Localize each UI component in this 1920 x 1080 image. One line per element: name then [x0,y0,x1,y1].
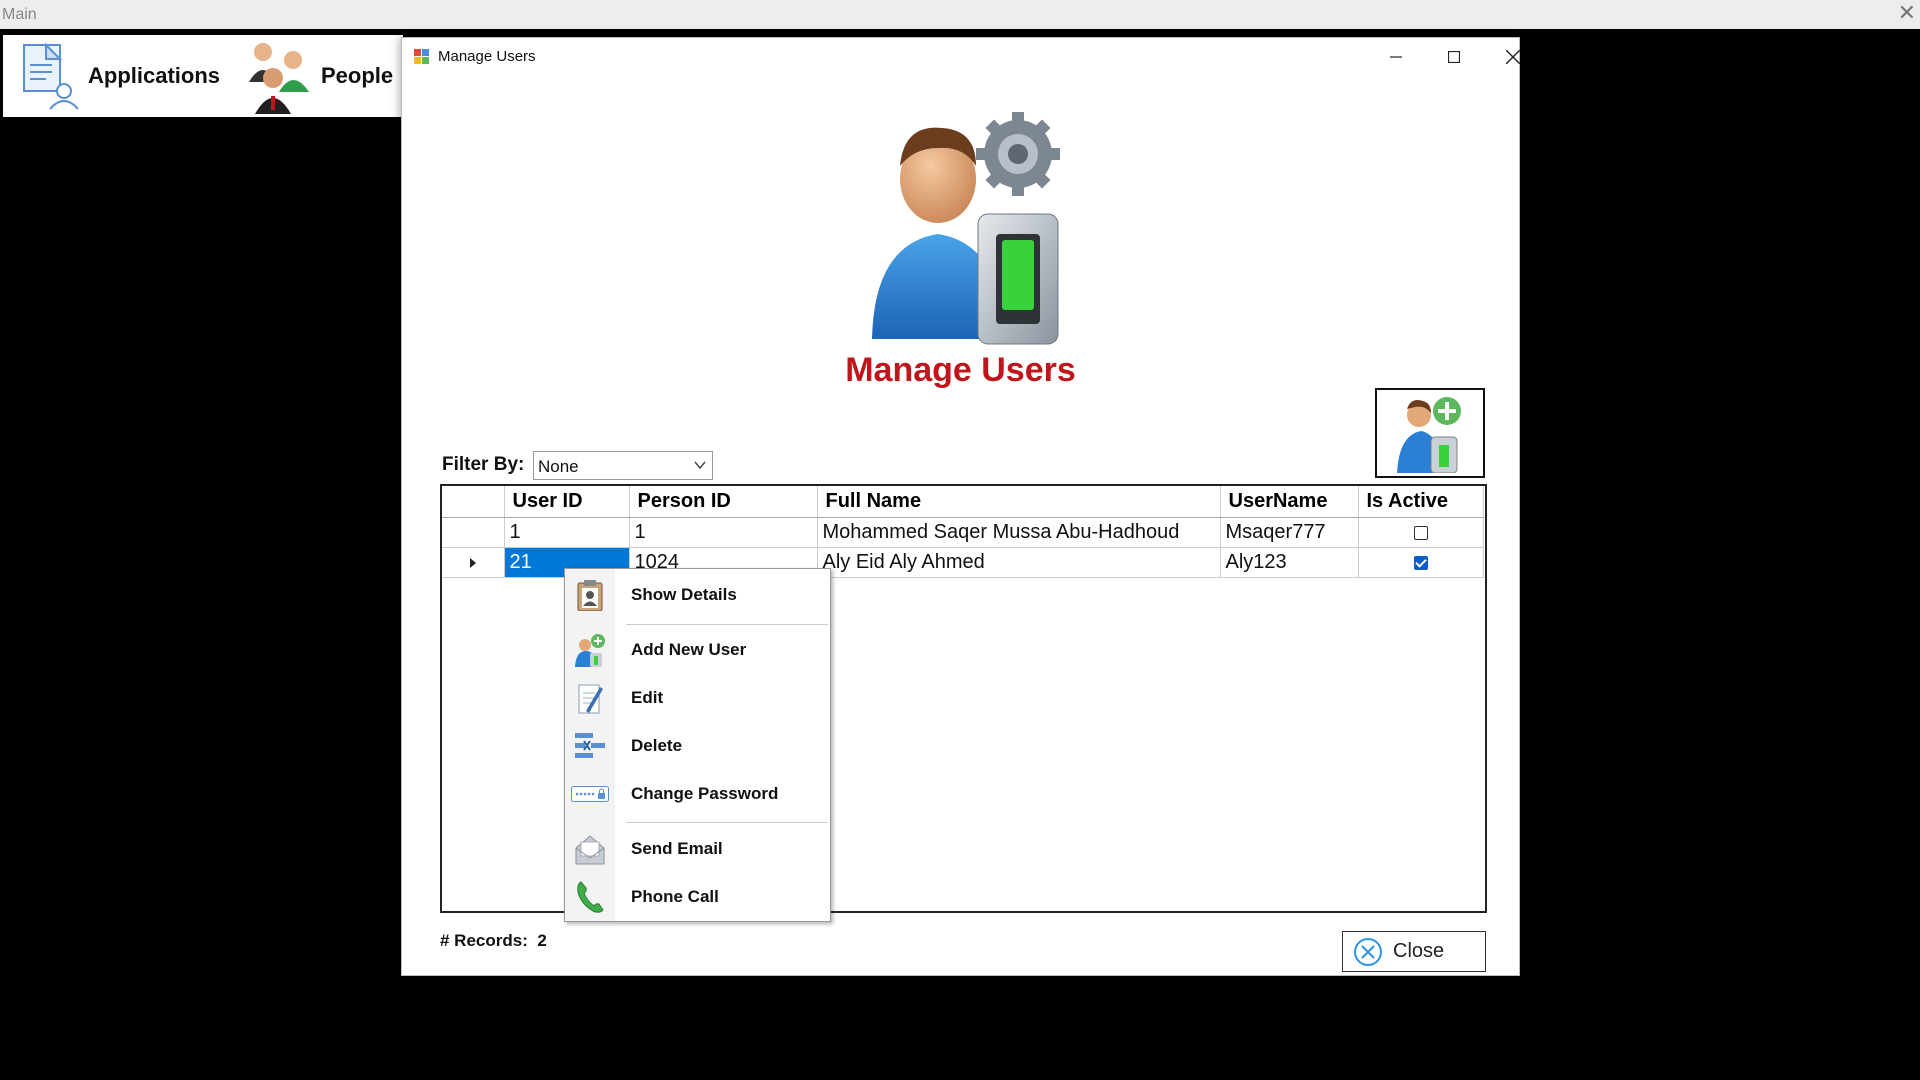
close-button[interactable]: Close [1342,931,1486,972]
clipboard-person-icon [577,580,603,611]
is-active-checkbox[interactable] [1413,555,1428,570]
current-row-arrow-icon [469,558,476,568]
cell-username[interactable]: Msaqer777 [1220,517,1359,548]
close-circle-icon [1354,937,1382,966]
row-header[interactable] [442,517,505,548]
menu-item-delete[interactable]: Delete [565,726,830,766]
envelope-icon [575,835,605,865]
table-row[interactable]: 1 1 Mohammed Saqer Mussa Abu-Hadhoud Msa… [442,517,1484,548]
menu-item-add-new-user[interactable]: Add New User [565,630,830,670]
is-active-checkbox[interactable] [1413,525,1428,540]
gear-icon [976,112,1060,196]
cell-is-active[interactable] [1358,547,1484,578]
filter-by-label: Filter By: [442,454,525,475]
edit-document-icon [578,684,603,714]
switch-icon [977,213,1059,345]
column-header-full-name[interactable]: Full Name [817,486,1221,518]
cell-is-active[interactable] [1358,517,1484,548]
chevron-down-icon [694,461,706,470]
main-window-title: Main [2,6,37,23]
people-button[interactable]: People [243,35,393,117]
dialog-title: Manage Users [438,48,536,65]
applications-button[interactable]: Applications [18,35,220,117]
filter-by-dropdown[interactable]: None [533,451,713,480]
records-value: 2 [537,931,547,950]
menu-item-label: Delete [631,736,683,755]
column-header-is-active[interactable]: Is Active [1358,486,1484,518]
maximize-icon [1448,51,1460,63]
menu-item-phone-call[interactable]: Phone Call [565,877,830,917]
main-window-titlebar: Main ✕ [0,0,1920,29]
cell-person-id[interactable]: 1 [629,517,818,548]
cell-full-name[interactable]: Mohammed Saqer Mussa Abu-Hadhoud [817,517,1221,548]
main-close-icon[interactable]: ✕ [1898,0,1916,26]
menu-item-label: Send Email [631,839,723,858]
menu-item-label: Add New User [631,640,747,659]
phone-icon [577,881,604,913]
maximize-button[interactable] [1431,40,1477,74]
menu-separator [626,822,828,823]
minimize-button[interactable] [1373,40,1419,74]
add-user-icon [1397,397,1461,473]
applications-label: Applications [88,63,221,88]
people-label: People [321,63,394,88]
cell-user-id[interactable]: 1 [504,517,630,548]
applications-icon [23,42,79,110]
dialog-titlebar: Manage Users [402,38,1520,76]
add-new-user-button[interactable] [1375,388,1485,478]
menu-item-edit[interactable]: Edit [565,678,830,718]
menu-separator [626,624,828,625]
column-header-user-id[interactable]: User ID [504,486,630,518]
menu-item-label: Phone Call [631,887,719,906]
form-app-icon [414,49,429,64]
records-label: # Records: [440,931,528,950]
menu-item-label: Change Password [631,784,779,803]
menu-item-label: Show Details [631,585,737,604]
people-icon [249,43,309,114]
grid-header-row: User ID Person ID Full Name UserName Is … [442,486,1484,518]
cell-username[interactable]: Aly123 [1220,547,1359,578]
password-field-icon [571,786,609,802]
close-icon [1506,50,1520,64]
page-title: Manage Users [845,351,1076,389]
menu-item-send-email[interactable]: Send Email [565,829,830,869]
menu-item-show-details[interactable]: Show Details [565,575,830,615]
add-user-icon [575,634,605,667]
context-menu: Show Details Add New User Edit Delete Ch… [564,568,831,922]
close-window-button[interactable] [1490,40,1536,74]
main-toolbar: Applications People [3,35,403,117]
cell-full-name[interactable]: Aly Eid Aly Ahmed [817,547,1221,578]
delete-list-icon [575,733,605,758]
column-header-username[interactable]: UserName [1220,486,1359,518]
manage-users-illustration [872,112,1060,345]
menu-item-change-password[interactable]: Change Password [565,774,830,814]
row-header[interactable] [442,547,505,578]
minimize-icon [1390,56,1402,58]
close-button-label: Close [1393,940,1445,962]
records-count: # Records: 2 [440,931,547,951]
row-header-corner [442,486,505,518]
filter-selected-value: None [538,457,579,476]
menu-item-label: Edit [631,688,664,707]
column-header-person-id[interactable]: Person ID [629,486,818,518]
